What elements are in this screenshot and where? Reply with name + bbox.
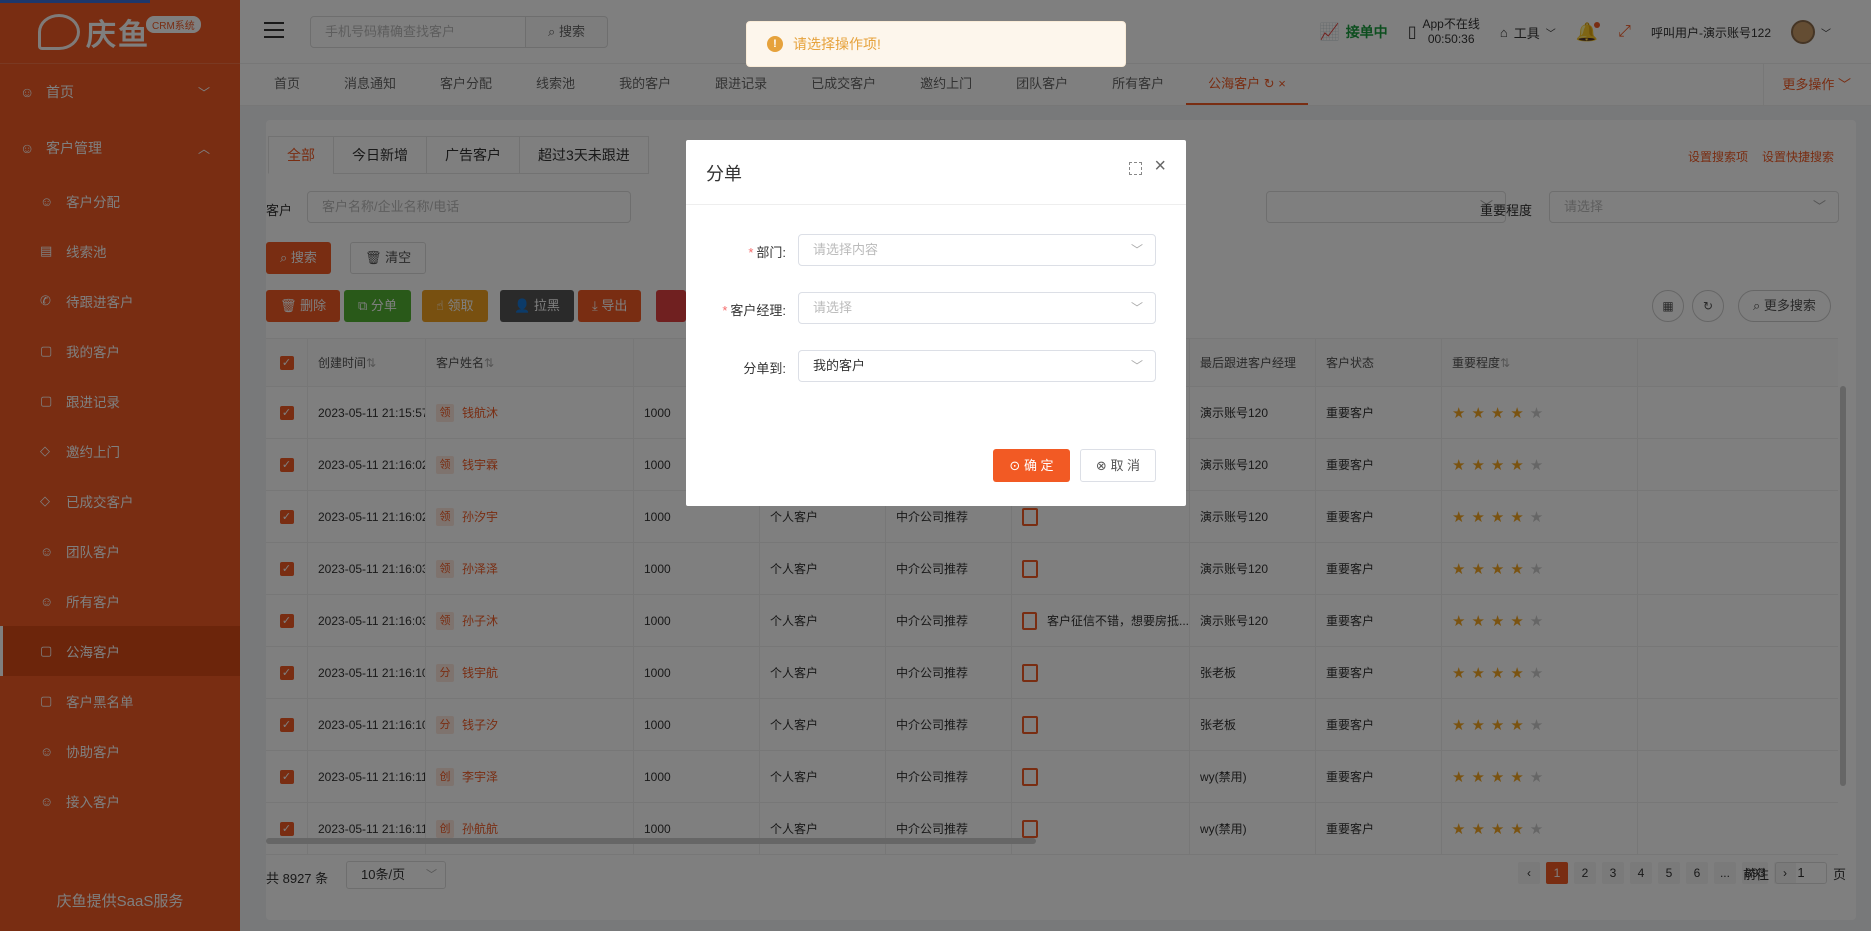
manager-label: * 客户经理: <box>722 303 786 318</box>
split-to-select[interactable]: 我的客户 ﹀ <box>798 350 1156 382</box>
chevron-down-icon: ﹀ <box>1130 301 1143 315</box>
confirm-button[interactable]: ⊙ 确 定 <box>993 449 1070 482</box>
department-label: * 部门: <box>748 245 786 260</box>
department-select[interactable]: 请选择内容 ﹀ <box>798 234 1156 266</box>
toast-message: 请选择操作项! <box>793 36 881 52</box>
maximize-icon[interactable] <box>1129 162 1142 175</box>
close-icon[interactable]: × <box>1154 156 1166 176</box>
split-dialog: 分单 × * 部门: 请选择内容 ﹀ * 客户经理: 请选择 ﹀ 分单到: 我的客户 ﹀ … <box>686 140 1186 506</box>
split-to-value: 我的客户 <box>813 358 866 373</box>
confirm-button-label: 确 定 <box>1023 458 1054 473</box>
split-to-label: 分单到: <box>743 361 786 376</box>
dialog-divider <box>686 204 1186 205</box>
cancel-button[interactable]: ⊗ 取 消 <box>1080 449 1156 482</box>
department-placeholder: 请选择内容 <box>813 242 879 257</box>
dialog-title: 分单 <box>706 164 742 184</box>
manager-placeholder: 请选择 <box>813 300 853 315</box>
warning-toast: ! 请选择操作项! <box>746 21 1126 67</box>
cancel-button-label: 取 消 <box>1110 458 1141 473</box>
app-root: 庆鱼 CRM系统 ☺ 首页 ﹀ ☺ 客户管理 ︿ ☺客户分配▤线索池✆待跟进客户… <box>0 0 1871 931</box>
warning-icon: ! <box>767 36 783 52</box>
chevron-down-icon: ﹀ <box>1130 243 1143 257</box>
chevron-down-icon: ﹀ <box>1130 359 1143 373</box>
manager-select[interactable]: 请选择 ﹀ <box>798 292 1156 324</box>
